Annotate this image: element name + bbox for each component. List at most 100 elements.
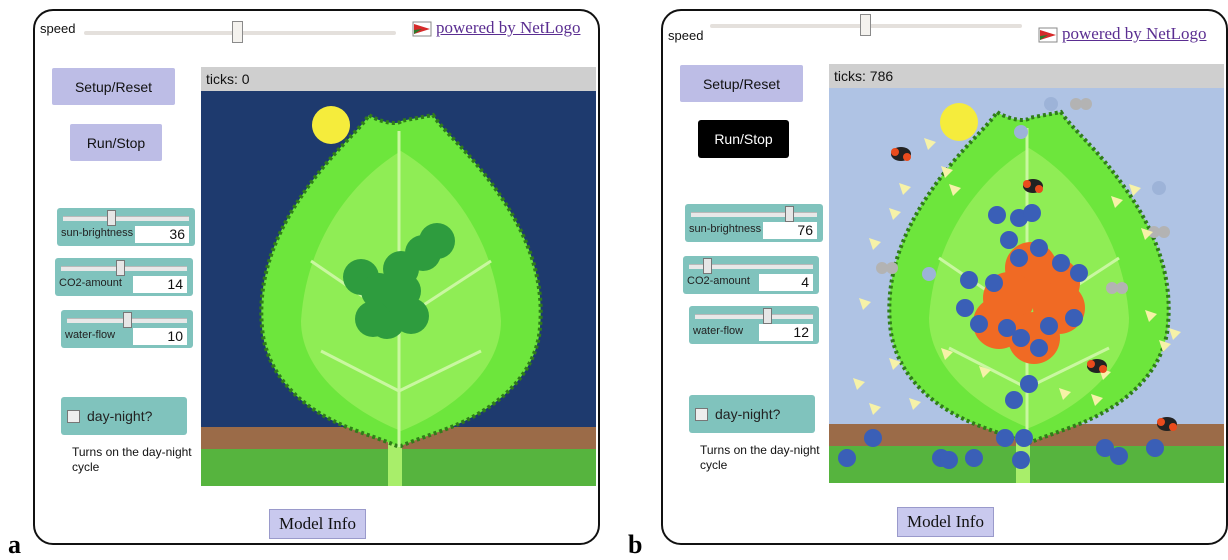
day-night-label: day-night?	[87, 408, 153, 424]
ticks-counter: ticks: 786	[829, 64, 1224, 88]
water-molecule	[960, 271, 978, 289]
bug-eye	[1087, 360, 1095, 368]
co2-amount-label: CO2-amount	[687, 275, 750, 287]
netlogo-link-text: powered by NetLogo	[1062, 24, 1207, 43]
water-molecule	[1110, 447, 1128, 465]
sun-brightness-slider[interactable]: sun-brightness 36	[57, 208, 195, 246]
netlogo-link-text: powered by NetLogo	[436, 18, 581, 37]
water-molecule	[1020, 375, 1038, 393]
co2-molecule	[1080, 98, 1092, 110]
world-scene	[201, 91, 596, 486]
water-molecule	[970, 315, 988, 333]
water-molecule	[1023, 204, 1041, 222]
sun-brightness-label: sun-brightness	[689, 223, 762, 235]
chloroplast	[355, 301, 391, 337]
bug-eye	[1169, 423, 1177, 431]
water-molecule	[956, 299, 974, 317]
chloroplast	[419, 223, 455, 259]
water-flow-value[interactable]: 12	[759, 324, 813, 341]
water-molecule	[996, 429, 1014, 447]
netlogo-icon	[1038, 27, 1058, 43]
water-molecule	[1030, 339, 1048, 357]
water-flow-thumb[interactable]	[763, 308, 772, 324]
model-info-button[interactable]: Model Info	[897, 507, 994, 537]
day-night-note: Turns on the day-night cycle	[700, 443, 820, 472]
day-night-note: Turns on the day-night cycle	[72, 445, 192, 474]
bug-eye	[1035, 185, 1043, 193]
co2-amount-thumb[interactable]	[116, 260, 125, 276]
chloroplast	[393, 298, 429, 334]
bug-eye	[1157, 418, 1165, 426]
sun-brightness-value[interactable]: 76	[763, 222, 817, 239]
speed-label: speed	[40, 21, 76, 36]
co2-amount-slider[interactable]: CO2-amount 14	[55, 258, 193, 296]
co2-amount-slider[interactable]: CO2-amount 4	[683, 256, 819, 294]
water-molecule	[1065, 309, 1083, 327]
water-flow-slider[interactable]: water-flow 10	[61, 310, 193, 348]
world-view-a[interactable]: ticks: 0	[201, 67, 596, 486]
speed-slider[interactable]	[84, 21, 396, 43]
day-night-label: day-night?	[715, 406, 781, 422]
water-molecule	[1015, 429, 1033, 447]
sun-brightness-label: sun-brightness	[61, 227, 134, 239]
day-night-switch[interactable]: day-night?	[689, 395, 815, 433]
co2-molecule	[1158, 226, 1170, 238]
setup-reset-button[interactable]: Setup/Reset	[52, 68, 175, 105]
water-molecule	[1070, 264, 1088, 282]
water-molecule	[988, 206, 1006, 224]
sun-brightness-slider[interactable]: sun-brightness 76	[685, 204, 823, 242]
oxygen-molecule	[1014, 125, 1028, 139]
model-info-button[interactable]: Model Info	[269, 509, 366, 539]
netlogo-icon	[412, 21, 432, 37]
water-flow-thumb[interactable]	[123, 312, 132, 328]
water-molecule	[965, 449, 983, 467]
water-flow-label: water-flow	[65, 329, 116, 341]
setup-reset-button[interactable]: Setup/Reset	[680, 65, 803, 102]
world-canvas[interactable]	[201, 91, 596, 486]
water-molecule	[940, 451, 958, 469]
oxygen-molecule	[1152, 181, 1166, 195]
netlogo-link[interactable]: powered by NetLogo	[412, 18, 580, 38]
world-scene	[829, 88, 1224, 483]
bug-eye	[1099, 365, 1107, 373]
co2-amount-value[interactable]: 14	[133, 276, 187, 293]
water-molecule	[1012, 451, 1030, 469]
co2-amount-thumb[interactable]	[703, 258, 712, 274]
speed-slider-thumb[interactable]	[232, 21, 243, 43]
co2-amount-label: CO2-amount	[59, 277, 122, 289]
ticks-counter: ticks: 0	[201, 67, 596, 91]
sun-icon	[312, 106, 350, 144]
speed-slider-thumb[interactable]	[860, 14, 871, 36]
water-flow-slider[interactable]: water-flow 12	[689, 306, 819, 344]
bug-eye	[1023, 180, 1031, 188]
day-night-checkbox[interactable]	[695, 407, 708, 421]
run-stop-button[interactable]: Run/Stop	[70, 124, 162, 161]
world-canvas[interactable]	[829, 88, 1224, 483]
water-molecule	[1005, 391, 1023, 409]
water-flow-value[interactable]: 10	[133, 328, 187, 345]
water-molecule	[864, 429, 882, 447]
sun-brightness-value[interactable]: 36	[135, 226, 189, 243]
sun-brightness-thumb[interactable]	[785, 206, 794, 222]
oxygen-molecule	[1044, 97, 1058, 111]
water-molecule	[1030, 239, 1048, 257]
world-view-b[interactable]: ticks: 786	[829, 64, 1224, 483]
speed-slider[interactable]	[710, 14, 1022, 36]
co2-amount-value[interactable]: 4	[759, 274, 813, 291]
day-night-switch[interactable]: day-night?	[61, 397, 187, 435]
run-stop-button[interactable]: Run/Stop	[698, 120, 789, 158]
water-molecule	[1052, 254, 1070, 272]
sun-brightness-thumb[interactable]	[107, 210, 116, 226]
co2-molecule	[886, 262, 898, 274]
water-molecule	[1146, 439, 1164, 457]
bug-eye	[903, 153, 911, 161]
bug-eye	[891, 148, 899, 156]
water-molecule	[1010, 249, 1028, 267]
oxygen-molecule	[922, 267, 936, 281]
water-molecule	[985, 274, 1003, 292]
speed-label: speed	[668, 28, 704, 43]
water-molecule	[1040, 317, 1058, 335]
netlogo-link[interactable]: powered by NetLogo	[1038, 24, 1206, 44]
day-night-checkbox[interactable]	[67, 409, 80, 423]
co2-molecule	[1116, 282, 1128, 294]
